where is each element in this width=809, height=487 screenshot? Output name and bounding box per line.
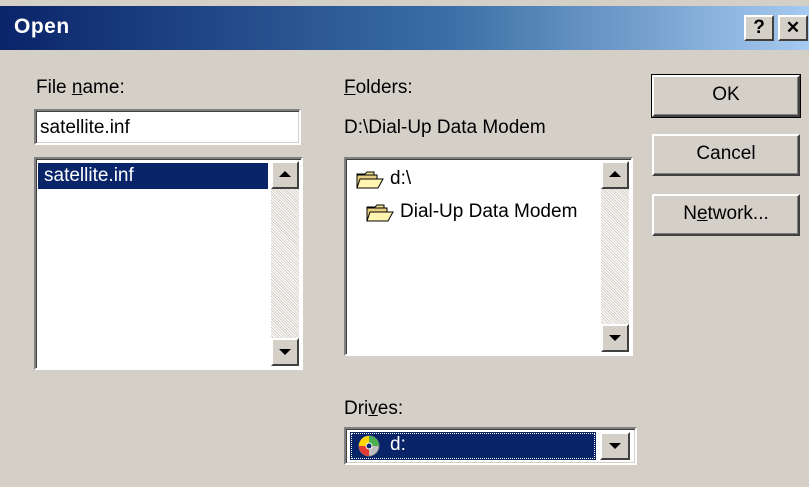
file-name-label: File name: bbox=[36, 77, 125, 98]
drives-selected: d: bbox=[350, 432, 596, 460]
network-button[interactable]: Network... bbox=[652, 194, 800, 236]
file-list-scrollbar[interactable] bbox=[271, 161, 299, 366]
scroll-up-button[interactable] bbox=[601, 161, 629, 189]
file-name-input-value: satellite.inf bbox=[40, 117, 130, 138]
open-folder-icon bbox=[356, 171, 384, 189]
folder-item-label: Dial-Up Data Modem bbox=[400, 201, 578, 222]
scroll-up-button[interactable] bbox=[271, 161, 299, 189]
drives-label: Drives: bbox=[344, 398, 404, 419]
title-bar[interactable]: Open ? ✕ bbox=[0, 6, 809, 50]
drives-dropdown[interactable]: d: bbox=[344, 427, 637, 465]
scroll-down-button[interactable] bbox=[601, 324, 629, 352]
open-dialog: Open ? ✕ File name: satellite.inf satell… bbox=[0, 0, 809, 487]
cd-drive-icon bbox=[358, 435, 380, 457]
list-item[interactable]: satellite.inf bbox=[38, 163, 268, 189]
file-name-input[interactable]: satellite.inf bbox=[34, 109, 301, 145]
file-list[interactable]: satellite.inf bbox=[34, 157, 303, 370]
close-button[interactable]: ✕ bbox=[778, 15, 808, 41]
chevron-down-icon bbox=[609, 443, 621, 449]
open-folder-icon bbox=[366, 204, 394, 222]
current-folder-path: D:\Dial-Up Data Modem bbox=[344, 117, 546, 138]
ok-button[interactable]: OK bbox=[651, 74, 801, 118]
close-icon: ✕ bbox=[785, 18, 801, 37]
folder-tree[interactable]: d:\ Dial-Up Data Modem bbox=[344, 157, 633, 356]
cancel-button[interactable]: Cancel bbox=[652, 134, 800, 176]
window-title: Open bbox=[14, 15, 70, 38]
drives-dropdown-button[interactable] bbox=[600, 432, 630, 460]
down-arrow-icon bbox=[279, 349, 291, 355]
up-arrow-icon bbox=[609, 171, 621, 177]
drives-selected-value: d: bbox=[390, 434, 406, 455]
folder-item-label: d:\ bbox=[390, 168, 412, 189]
scroll-down-button[interactable] bbox=[271, 338, 299, 366]
folders-label: Folders: bbox=[344, 77, 413, 98]
help-button[interactable]: ? bbox=[744, 15, 774, 41]
down-arrow-icon bbox=[609, 335, 621, 341]
folder-item-dial-up[interactable]: Dial-Up Data Modem bbox=[366, 199, 606, 227]
up-arrow-icon bbox=[279, 171, 291, 177]
folder-tree-scrollbar[interactable] bbox=[601, 161, 629, 352]
